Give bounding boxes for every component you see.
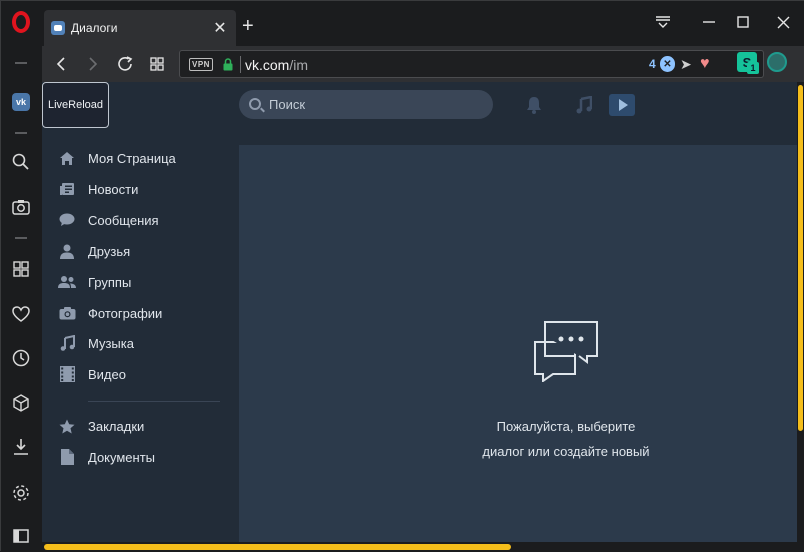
menu-item-documents[interactable]: Документы xyxy=(58,446,155,468)
tabs-grid-icon[interactable] xyxy=(146,53,168,75)
vk-messages-favicon-icon xyxy=(51,21,65,35)
document-icon xyxy=(58,448,76,466)
empty-state-line-1: Пожалуйста, выберите xyxy=(496,419,636,434)
messages-icon xyxy=(58,211,76,229)
search-icon[interactable] xyxy=(10,151,32,173)
ad-blocker-shield-icon[interactable]: ✕ xyxy=(660,56,675,72)
home-icon xyxy=(58,149,76,167)
opera-logo-icon[interactable] xyxy=(12,11,30,33)
sidebar-toggle-icon[interactable] xyxy=(10,525,32,547)
search-icon xyxy=(249,98,261,110)
vpn-badge[interactable]: VPN xyxy=(189,58,213,71)
forward-icon[interactable] xyxy=(82,53,104,75)
dialogs-empty-icon xyxy=(534,321,598,382)
opera-sidebar: vk xyxy=(1,1,42,552)
vk-page: Поиск LiveReload Моя Страница Новости Со… xyxy=(42,82,797,542)
menu-item-photos[interactable]: Фотографии xyxy=(58,302,162,324)
reload-icon[interactable] xyxy=(114,53,136,75)
heart-icon[interactable] xyxy=(10,303,32,325)
downloads-icon[interactable] xyxy=(10,436,32,458)
close-window-icon[interactable] xyxy=(772,11,794,33)
tab-bar: Диалоги ✕ + xyxy=(42,1,804,46)
livereload-tooltip[interactable]: LiveReload xyxy=(42,82,109,128)
music-icon xyxy=(58,334,76,352)
send-icon[interactable]: ➤ xyxy=(680,56,692,73)
star-icon xyxy=(58,417,76,435)
speed-dial-icon[interactable] xyxy=(10,258,32,280)
tab-menu-icon[interactable] xyxy=(652,11,674,33)
menu-item-groups[interactable]: Группы xyxy=(58,271,131,293)
history-icon[interactable] xyxy=(10,347,32,369)
lock-icon[interactable] xyxy=(223,58,233,71)
navigation-bar: VPN vk.com/im 4 ✕ ➤ ♥ S 1 xyxy=(42,46,804,82)
tab-title: Диалоги xyxy=(71,21,118,35)
sidebar-divider xyxy=(15,237,27,239)
minimize-icon[interactable] xyxy=(698,11,720,33)
menu-item-bookmarks[interactable]: Закладки xyxy=(58,415,144,437)
play-icon[interactable] xyxy=(609,94,635,116)
tab-dialogs[interactable]: Диалоги ✕ xyxy=(44,10,236,46)
horizontal-scrollbar-thumb[interactable] xyxy=(44,544,511,550)
sidebar-divider xyxy=(15,62,27,64)
blocked-ads-count: 4 xyxy=(649,57,656,71)
tab-close-icon[interactable]: ✕ xyxy=(212,18,228,38)
menu-item-messages[interactable]: Сообщения xyxy=(58,209,159,231)
url-text[interactable]: vk.com/im xyxy=(245,57,308,73)
bookmark-heart-icon[interactable]: ♥ xyxy=(700,55,710,73)
menu-item-news[interactable]: Новости xyxy=(58,178,138,200)
notifications-bell-icon[interactable] xyxy=(524,95,544,115)
camera-icon xyxy=(58,304,76,322)
music-player-icon[interactable] xyxy=(574,95,594,115)
vertical-scrollbar-thumb[interactable] xyxy=(798,85,803,431)
maximize-icon[interactable] xyxy=(732,11,754,33)
search-input[interactable]: Поиск xyxy=(239,90,493,119)
extension-badge: 1 xyxy=(747,62,759,74)
back-icon[interactable] xyxy=(50,53,72,75)
menu-item-music[interactable]: Музыка xyxy=(58,332,134,354)
extensions-icon[interactable] xyxy=(10,392,32,414)
vk-header: Поиск xyxy=(42,82,797,126)
menu-item-my-page[interactable]: Моя Страница xyxy=(58,147,176,169)
groups-icon xyxy=(58,273,76,291)
menu-item-friends[interactable]: Друзья xyxy=(58,240,130,262)
extension-leaf-icon[interactable] xyxy=(767,52,787,72)
menu-item-video[interactable]: Видео xyxy=(58,363,126,385)
new-tab-button[interactable]: + xyxy=(242,15,254,38)
empty-state-line-2: диалог или создайте новый xyxy=(482,444,650,459)
search-placeholder: Поиск xyxy=(269,97,306,112)
vk-shortcut-icon[interactable]: vk xyxy=(12,93,30,111)
film-icon xyxy=(58,365,76,383)
vertical-scrollbar[interactable] xyxy=(797,82,804,542)
url-divider xyxy=(240,56,241,73)
news-icon xyxy=(58,180,76,198)
friend-icon xyxy=(58,242,76,260)
snapshot-icon[interactable] xyxy=(10,196,32,218)
settings-gear-icon[interactable] xyxy=(10,482,32,504)
dialogs-panel: Пожалуйста, выберите диалог или создайте… xyxy=(239,145,797,542)
sidebar-divider xyxy=(15,132,27,134)
address-field[interactable]: VPN vk.com/im 4 ✕ ➤ ♥ xyxy=(179,50,764,78)
browser-window: vk Диалоги ✕ + VPN vk.com/im 4 ✕ ➤ ♥ 1 П… xyxy=(0,0,804,552)
menu-divider xyxy=(88,401,220,402)
